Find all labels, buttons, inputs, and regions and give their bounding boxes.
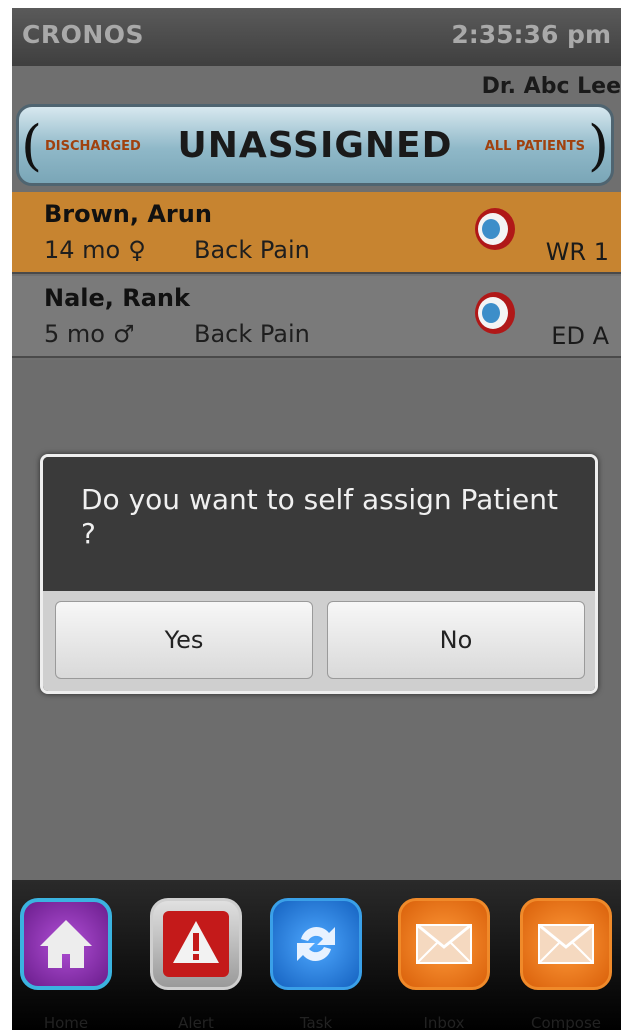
dock-label: Compose	[530, 1014, 601, 1030]
dock-task-button[interactable]: Task	[262, 898, 370, 1030]
dock-label: Home	[43, 1014, 89, 1030]
patient-age-gender: 5 mo ♂	[44, 320, 134, 348]
patient-complaint: Back Pain	[194, 320, 310, 348]
patient-location: WR 1	[545, 238, 609, 266]
envelope-icon	[520, 898, 612, 990]
patient-row[interactable]: Nale, Rank 5 mo ♂ Back Pain ED A	[12, 276, 621, 358]
patient-location: ED A	[551, 322, 609, 350]
clock: 2:35:36 pm	[451, 20, 611, 49]
doctor-name: Dr. Abc Lee	[481, 74, 621, 99]
chevron-right-icon[interactable]: )	[588, 119, 609, 173]
dialog-message: Do you want to self assign Patient ?	[81, 483, 559, 550]
patient-age: 5 mo	[44, 320, 105, 348]
app-screen: CRONOS 2:35:36 pm Dr. Abc Lee ( DISCHARG…	[12, 8, 621, 1030]
dock-home-button[interactable]: Home	[12, 898, 120, 1030]
bottom-dock: Home Alert Task Inbox Compose	[12, 880, 621, 1030]
patient-complaint: Back Pain	[194, 236, 310, 264]
status-target-icon[interactable]	[472, 206, 518, 252]
refresh-icon	[270, 898, 362, 990]
patient-age-gender: 14 mo ♀	[44, 236, 146, 264]
dialog-button-bar: Yes No	[43, 591, 595, 691]
alert-icon	[150, 898, 242, 990]
dialog-message-area: Do you want to self assign Patient ?	[43, 457, 595, 591]
envelope-icon	[398, 898, 490, 990]
gender-icon: ♂	[112, 320, 135, 348]
dock-label: Task	[299, 1014, 333, 1030]
dock-label: Inbox	[423, 1014, 465, 1030]
patient-age: 14 mo	[44, 236, 121, 264]
patient-filter-selector[interactable]: ( DISCHARGED UNASSIGNED ALL PATIENTS )	[16, 104, 614, 186]
filter-option-all-patients[interactable]: ALL PATIENTS	[485, 139, 585, 154]
patient-name: Nale, Rank	[44, 284, 190, 312]
home-icon	[20, 898, 112, 990]
status-target-icon[interactable]	[472, 290, 518, 336]
no-button[interactable]: No	[327, 601, 585, 679]
gender-icon: ♀	[128, 236, 146, 264]
patient-name: Brown, Arun	[44, 200, 212, 228]
app-name: CRONOS	[22, 20, 145, 49]
patient-row[interactable]: Brown, Arun 14 mo ♀ Back Pain WR 1	[12, 192, 621, 274]
self-assign-dialog: Do you want to self assign Patient ? Yes…	[40, 454, 598, 694]
dock-alert-button[interactable]: Alert	[142, 898, 250, 1030]
dock-inbox-button[interactable]: Inbox	[390, 898, 498, 1030]
dock-compose-button[interactable]: Compose	[512, 898, 620, 1030]
dock-label: Alert	[178, 1014, 214, 1030]
yes-button[interactable]: Yes	[55, 601, 313, 679]
title-bar: CRONOS 2:35:36 pm	[12, 8, 621, 66]
